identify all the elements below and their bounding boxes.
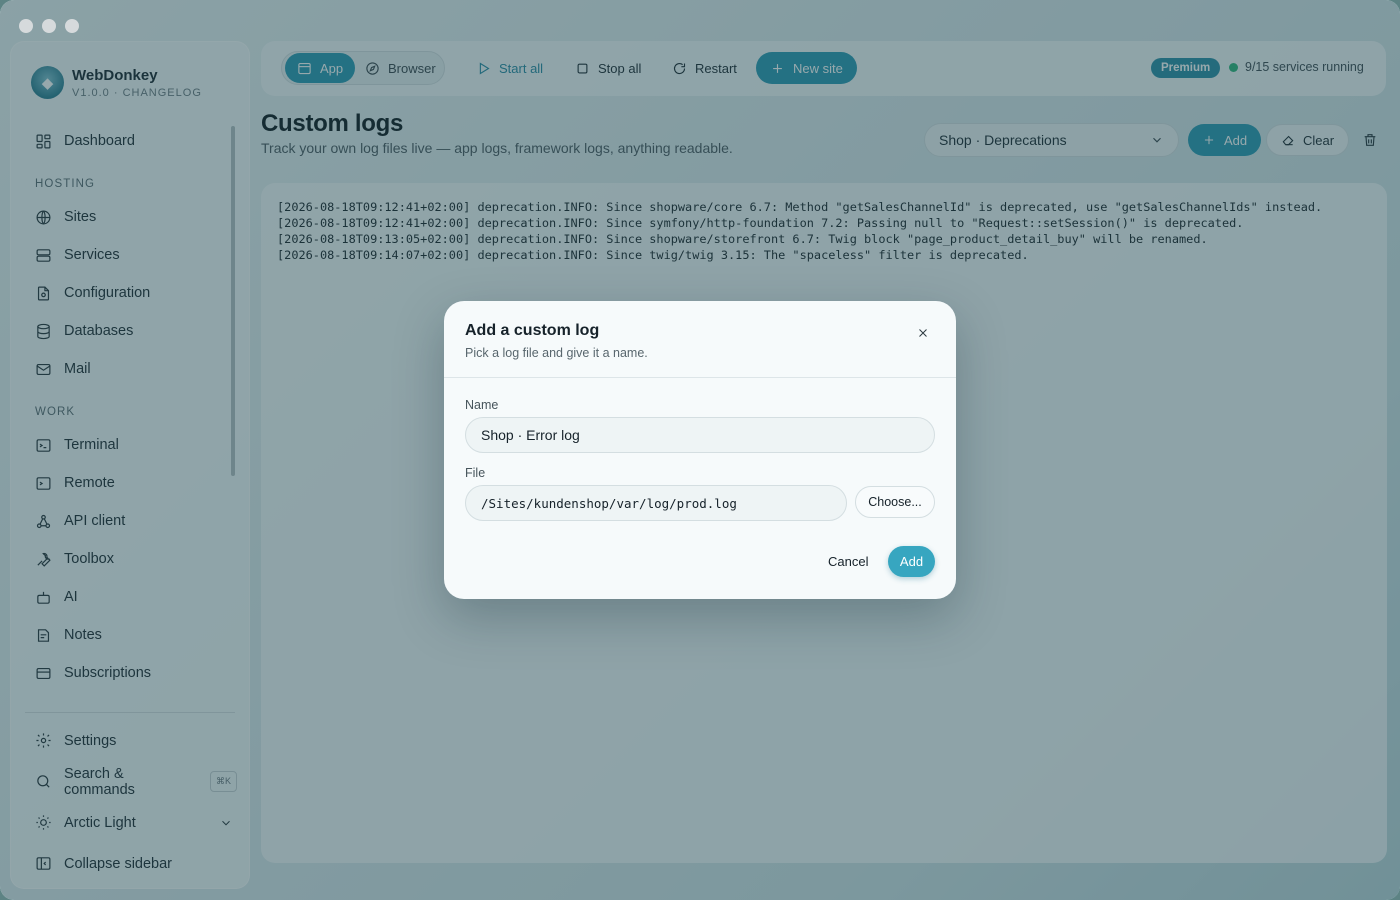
add-custom-log-dialog: Add a custom log Pick a log file and giv… [444, 301, 956, 599]
file-field-label: File [465, 466, 486, 480]
minimize-window-button[interactable] [42, 19, 56, 33]
window-controls [19, 19, 79, 33]
zoom-window-button[interactable] [65, 19, 79, 33]
app-window: ◆ WebDonkey V1.0.0 · CHANGELOG Dashboard… [0, 0, 1400, 900]
choose-file-button[interactable]: Choose... [855, 486, 935, 518]
name-field-label: Name [465, 398, 499, 412]
dialog-title: Add a custom log [465, 322, 600, 339]
dialog-subtitle: Pick a log file and give it a name. [465, 346, 648, 360]
cancel-button[interactable]: Cancel [828, 554, 868, 569]
close-dialog-button[interactable] [916, 326, 930, 340]
file-path-input[interactable]: /Sites/kundenshop/var/log/prod.log [465, 485, 847, 521]
dialog-divider [444, 377, 956, 378]
close-icon [919, 329, 927, 337]
name-input[interactable]: Shop · Error log [465, 417, 935, 453]
confirm-add-button[interactable]: Add [888, 546, 935, 577]
close-window-button[interactable] [19, 19, 33, 33]
